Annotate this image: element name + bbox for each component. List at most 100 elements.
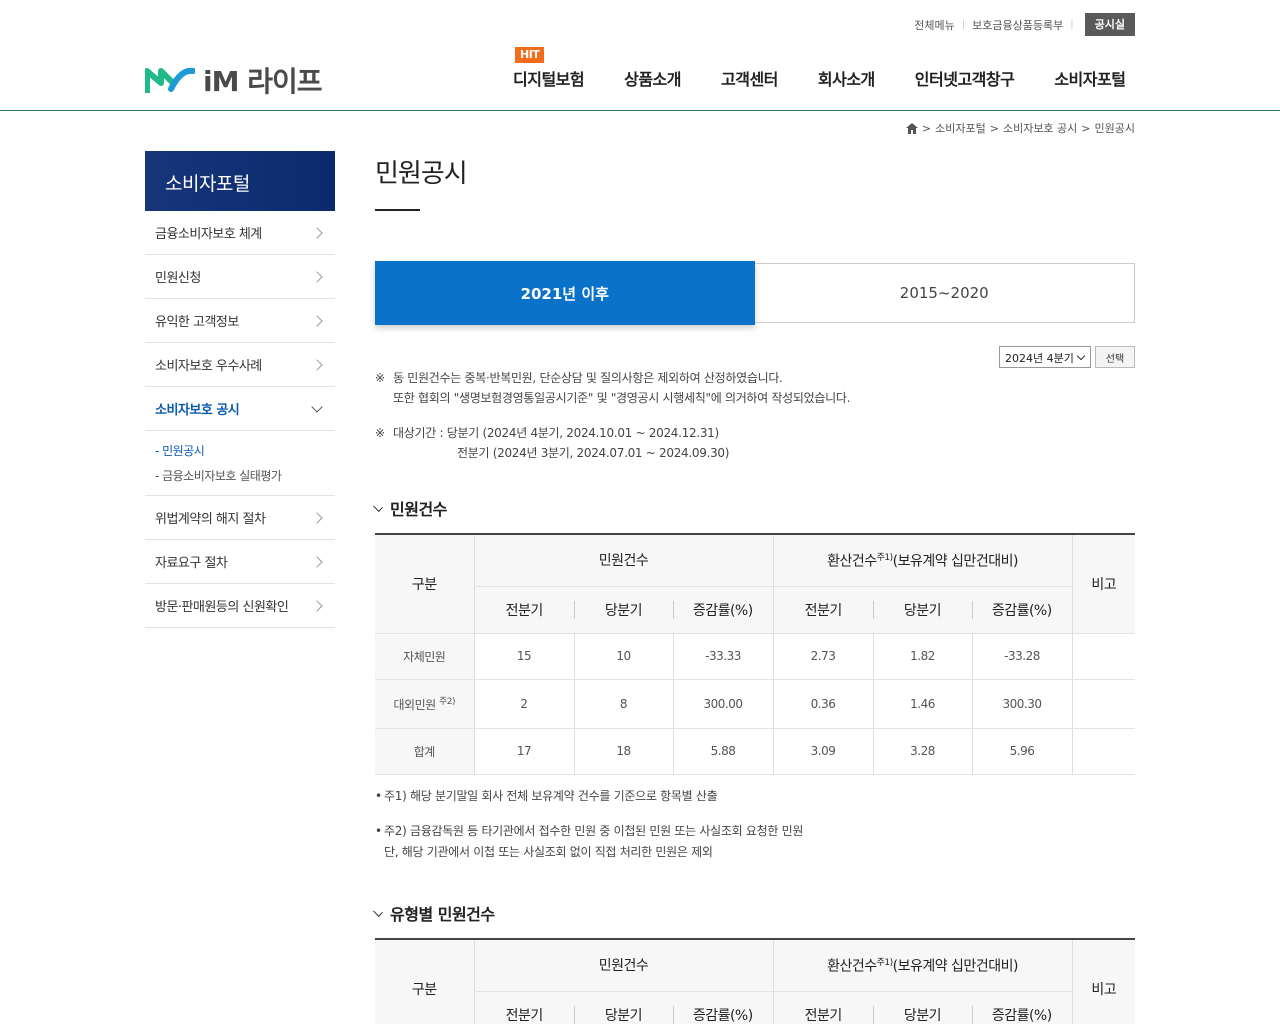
table-cell: 17 xyxy=(473,728,574,775)
nav-products[interactable]: 상품소개 xyxy=(624,66,681,90)
row-label-text: 대외민원 xyxy=(393,698,436,712)
breadcrumb-item[interactable]: 소비자보호 공시 xyxy=(1003,120,1077,136)
complaint-table: 구분 민원건수 환산건수주1)(보유계약 십만건대비) 비고 전분기 당분기 증… xyxy=(375,533,1135,775)
tab-2015-2020[interactable]: 2015~2020 xyxy=(754,263,1135,323)
nav-consumer-portal[interactable]: 소비자포털 xyxy=(1054,66,1126,90)
sidebar-item-data-request[interactable]: 자료요구 절차 xyxy=(145,540,335,584)
col-group-label: 환산건수 xyxy=(827,958,877,975)
submenu-item-evaluation[interactable]: - 금융소비자보호 실태평가 xyxy=(155,464,325,489)
table-cell: -33.28 xyxy=(971,633,1072,680)
col-group-complaints: 민원건수 xyxy=(473,939,773,992)
breadcrumb-sep: > xyxy=(921,121,932,135)
company-logo[interactable]: iM 라이프 xyxy=(145,60,322,100)
footnote-ref: 주1) xyxy=(876,552,894,563)
section-bullet-icon xyxy=(373,907,383,917)
chevron-right-icon xyxy=(311,511,323,524)
table-cell: 8 xyxy=(573,679,673,729)
breadcrumb-item[interactable]: 소비자포털 xyxy=(935,120,986,136)
title-underline xyxy=(375,209,420,211)
submenu-item-complaint-disclosure[interactable]: - 민원공시 xyxy=(155,439,325,464)
col-curr-quarter: 당분기 xyxy=(574,586,673,634)
col-curr-quarter: 당분기 xyxy=(574,991,673,1024)
table-cell: 2.73 xyxy=(772,633,873,680)
col-change-rate: 증감률(%) xyxy=(972,586,1072,634)
col-category: 구분 xyxy=(375,939,474,1024)
table-cell: -33.33 xyxy=(672,633,773,680)
nav-digital-insurance[interactable]: HIT 디지털보험 xyxy=(513,47,585,90)
footnote-ref: 주2) xyxy=(438,697,456,707)
sidebar-item-label: 방문·판매원등의 신원확인 xyxy=(155,600,289,615)
home-icon[interactable] xyxy=(905,122,918,134)
col-group-complaints: 민원건수 xyxy=(473,534,773,587)
bullet: • xyxy=(375,789,382,803)
complaint-by-type-table: 구분 민원건수 환산건수주1)(보유계약 십만건대비) 비고 전분기 당분기 증… xyxy=(375,938,1135,1024)
sidebar-item-label: 유익한 고객정보 xyxy=(155,315,239,330)
disclosure-room-button[interactable]: 공시실 xyxy=(1084,13,1135,36)
table-cell-remark xyxy=(1071,633,1135,680)
section-title-text: 민원건수 xyxy=(390,500,447,519)
quarter-select-value: 2024년 4분기 xyxy=(1005,352,1074,365)
chevron-right-icon xyxy=(311,358,323,371)
footnote-ref: 주1) xyxy=(876,957,894,968)
nav-company[interactable]: 회사소개 xyxy=(818,66,875,90)
footnote-text: 단, 해당 기관에서 이첩 또는 사실조회 없이 직접 처리한 민원은 제외 xyxy=(384,845,713,859)
sidebar-item-customer-info[interactable]: 유익한 고객정보 xyxy=(145,299,335,343)
col-group-converted: 환산건수주1)(보유계약 십만건대비) xyxy=(772,939,1072,992)
sidebar-item-best-practice[interactable]: 소비자보호 우수사례 xyxy=(145,343,335,387)
note-mark: ※ xyxy=(375,371,385,385)
col-prev-quarter: 전분기 xyxy=(473,586,574,634)
sidebar-item-protection-disclosure[interactable]: 소비자보호 공시 xyxy=(145,387,335,431)
chevron-right-icon xyxy=(311,555,323,568)
table-cell: 300.30 xyxy=(971,679,1072,729)
section-title-text: 유형별 민원건수 xyxy=(390,905,495,924)
bullet: • xyxy=(375,824,382,838)
protected-products-link[interactable]: 보호금융상품등록부 xyxy=(972,17,1063,33)
breadcrumb-sep: > xyxy=(1081,121,1091,135)
sidebar-item-identity-check[interactable]: 방문·판매원등의 신원확인 xyxy=(145,584,335,628)
row-label: 합계 xyxy=(375,728,474,775)
tab-2021-onward[interactable]: 2021년 이후 xyxy=(375,261,755,325)
footnote-text: 주2) 금융감독원 등 타기관에서 접수한 민원 중 이첩된 민원 또는 사실조… xyxy=(384,824,804,838)
sidebar-title: 소비자포털 xyxy=(145,151,335,211)
nav-label: 디지털보험 xyxy=(513,70,585,89)
table-cell: 5.96 xyxy=(971,728,1072,775)
nav-internet-service[interactable]: 인터넷고객창구 xyxy=(915,66,1015,90)
breadcrumb-item-current: 민원공시 xyxy=(1094,122,1135,135)
nav-customer-center[interactable]: 고객센터 xyxy=(721,66,778,90)
sidebar-item-label: 민원신청 xyxy=(155,271,201,286)
sidebar-item-contract-termination[interactable]: 위법계약의 해지 절차 xyxy=(145,496,335,540)
chevron-down-icon xyxy=(1076,351,1086,361)
note-line: 또한 협회의 "생명보험경영통일공시기준" 및 "경영공시 시행세칙"에 의거하… xyxy=(393,391,851,405)
table-row: 합계 17 18 5.88 3.09 3.28 5.96 xyxy=(375,728,1135,775)
quarter-select[interactable]: 2024년 4분기 xyxy=(999,346,1091,368)
table-row: 대외민원 주2) 2 8 300.00 0.36 1.46 300.30 xyxy=(375,679,1135,729)
breadcrumb-sep: > xyxy=(989,121,999,135)
sidebar-submenu: - 민원공시 - 금융소비자보호 실태평가 xyxy=(145,431,335,496)
col-prev-quarter: 전분기 xyxy=(772,991,873,1024)
note-line: 대상기간 : 당분기 (2024년 4분기, 2024.10.01 ~ 2024… xyxy=(393,426,719,440)
sidebar-item-label: 소비자보호 공시 xyxy=(155,403,240,418)
col-remark: 비고 xyxy=(1071,939,1135,1024)
footnote-text: 주1) 해당 분기말일 회사 전체 보유계약 건수를 기준으로 항목별 산출 xyxy=(384,789,718,803)
select-button[interactable]: 선택 xyxy=(1095,346,1135,368)
table-footnotes: • 주1) 해당 분기말일 회사 전체 보유계약 건수를 기준으로 항목별 산출 … xyxy=(375,786,803,863)
period-tabs: 2021년 이후 2015~2020 xyxy=(375,261,1135,325)
chevron-right-icon xyxy=(311,226,323,239)
all-menu-link[interactable]: 전체메뉴 xyxy=(914,17,954,33)
col-curr-quarter: 당분기 xyxy=(873,586,972,634)
sidebar-item-protection-system[interactable]: 금융소비자보호 체계 xyxy=(145,211,335,255)
sidebar-item-label: 소비자보호 우수사례 xyxy=(155,359,262,374)
notice-text: ※ 동 민원건수는 중복·반복민원, 단순상담 및 질의사항은 제외하여 산정하였… xyxy=(375,368,850,463)
sidebar-item-label: 위법계약의 해지 절차 xyxy=(155,512,266,527)
sidebar-item-label: 자료요구 절차 xyxy=(155,556,228,571)
section-title-by-type: 유형별 민원건수 xyxy=(373,901,495,925)
table-cell: 300.00 xyxy=(672,679,773,729)
sidebar: 소비자포털 금융소비자보호 체계 민원신청 유익한 고객정보 소비자보호 우수사… xyxy=(145,151,335,628)
col-prev-quarter: 전분기 xyxy=(473,991,574,1024)
breadcrumb: > 소비자포털 > 소비자보호 공시 > 민원공시 xyxy=(905,120,1135,136)
logo-text: iM 라이프 xyxy=(203,65,322,98)
table-cell: 3.28 xyxy=(872,728,972,775)
section-title-complaints: 민원건수 xyxy=(373,496,447,520)
sidebar-item-complaint-apply[interactable]: 민원신청 xyxy=(145,255,335,299)
chevron-right-icon xyxy=(311,599,323,612)
